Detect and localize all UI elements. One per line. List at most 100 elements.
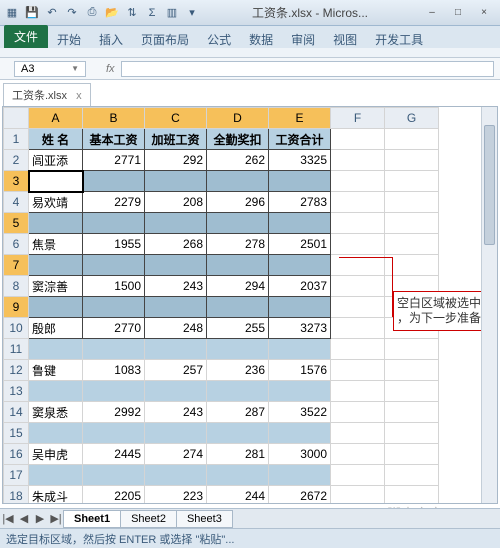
cell[interactable] xyxy=(331,171,385,192)
cell[interactable] xyxy=(331,360,385,381)
sheet-tab[interactable]: Sheet2 xyxy=(120,510,177,528)
cell[interactable] xyxy=(385,465,439,486)
cell[interactable]: 窦泉悉 xyxy=(29,402,83,423)
cell[interactable]: 208 xyxy=(145,192,207,213)
cell[interactable] xyxy=(207,213,269,234)
cell[interactable] xyxy=(331,339,385,360)
cell[interactable] xyxy=(385,129,439,150)
cell[interactable]: 268 xyxy=(145,234,207,255)
sort-icon[interactable]: ⇅ xyxy=(124,5,140,21)
cell[interactable]: 窦淙善 xyxy=(29,276,83,297)
scroll-thumb[interactable] xyxy=(484,125,495,245)
ribbon-tab[interactable]: 插入 xyxy=(90,30,132,50)
ribbon-tab[interactable]: 开发工具 xyxy=(366,30,432,50)
tab-nav-prev[interactable]: ◀ xyxy=(16,512,32,525)
cell[interactable] xyxy=(29,255,83,276)
cell[interactable] xyxy=(145,381,207,402)
cell[interactable]: 加班工资 xyxy=(145,129,207,150)
cell[interactable]: 吴申虎 xyxy=(29,444,83,465)
cell[interactable]: 248 xyxy=(145,318,207,339)
cell[interactable] xyxy=(83,213,145,234)
cell[interactable]: 朱成斗 xyxy=(29,486,83,505)
cell[interactable] xyxy=(83,255,145,276)
cell[interactable] xyxy=(29,213,83,234)
cell[interactable] xyxy=(331,465,385,486)
print-icon[interactable]: ⎙ xyxy=(84,5,100,21)
row-header[interactable]: 9 xyxy=(4,297,29,318)
chevron-down-icon[interactable]: ▼ xyxy=(71,64,79,73)
cell[interactable]: 3273 xyxy=(269,318,331,339)
cell[interactable]: 2279 xyxy=(83,192,145,213)
column-header[interactable]: B xyxy=(83,108,145,129)
name-box[interactable]: A3 ▼ xyxy=(14,61,86,77)
cell[interactable] xyxy=(385,171,439,192)
cell[interactable] xyxy=(385,213,439,234)
cell[interactable]: 292 xyxy=(145,150,207,171)
sum-icon[interactable]: Σ xyxy=(144,5,160,21)
cell[interactable] xyxy=(385,381,439,402)
cell[interactable]: 262 xyxy=(207,150,269,171)
sheet-tab[interactable]: Sheet3 xyxy=(176,510,233,528)
cell[interactable]: 焦景 xyxy=(29,234,83,255)
cell[interactable] xyxy=(269,465,331,486)
row-header[interactable]: 5 xyxy=(4,213,29,234)
cell[interactable] xyxy=(269,255,331,276)
cell[interactable] xyxy=(207,339,269,360)
cell[interactable]: 3000 xyxy=(269,444,331,465)
spreadsheet-grid[interactable]: ABCDEFG1姓 名基本工资加班工资全勤奖扣工资合计2闾亚添277129226… xyxy=(2,106,498,504)
cell[interactable] xyxy=(207,465,269,486)
cell[interactable]: 243 xyxy=(145,276,207,297)
cell[interactable]: 全勤奖扣 xyxy=(207,129,269,150)
cell[interactable] xyxy=(385,192,439,213)
cell[interactable]: 2205 xyxy=(83,486,145,505)
file-tab[interactable]: 文件 xyxy=(4,25,48,48)
dropdown-icon[interactable]: ▾ xyxy=(184,5,200,21)
sheet-tab[interactable]: Sheet1 xyxy=(63,510,121,528)
ribbon-tab[interactable]: 公式 xyxy=(198,30,240,50)
cell[interactable]: 2783 xyxy=(269,192,331,213)
cell[interactable]: 2992 xyxy=(83,402,145,423)
cell[interactable] xyxy=(29,339,83,360)
cell[interactable] xyxy=(29,381,83,402)
cell[interactable] xyxy=(145,423,207,444)
cell[interactable] xyxy=(385,444,439,465)
cell[interactable]: 3522 xyxy=(269,402,331,423)
redo-icon[interactable]: ↷ xyxy=(64,5,80,21)
cell[interactable]: 223 xyxy=(145,486,207,505)
cell[interactable]: 基本工资 xyxy=(83,129,145,150)
cell[interactable]: 易欢靖 xyxy=(29,192,83,213)
close-button[interactable]: × xyxy=(472,5,496,21)
row-header[interactable]: 15 xyxy=(4,423,29,444)
ribbon-tab[interactable]: 开始 xyxy=(48,30,90,50)
row-header[interactable]: 12 xyxy=(4,360,29,381)
cell[interactable] xyxy=(269,171,331,192)
cell[interactable] xyxy=(29,297,83,318)
cell[interactable] xyxy=(331,234,385,255)
cell[interactable]: 236 xyxy=(207,360,269,381)
cell[interactable]: 287 xyxy=(207,402,269,423)
tab-nav-last[interactable]: ▶| xyxy=(48,512,64,525)
cell[interactable] xyxy=(207,255,269,276)
cell[interactable]: 1955 xyxy=(83,234,145,255)
row-header[interactable]: 14 xyxy=(4,402,29,423)
column-header[interactable]: E xyxy=(269,108,331,129)
cell[interactable] xyxy=(83,465,145,486)
chart-icon[interactable]: ▥ xyxy=(164,5,180,21)
vertical-scrollbar[interactable] xyxy=(481,107,497,503)
row-header[interactable]: 8 xyxy=(4,276,29,297)
select-all-corner[interactable] xyxy=(4,108,29,129)
column-header[interactable]: F xyxy=(331,108,385,129)
cell[interactable]: 281 xyxy=(207,444,269,465)
cell[interactable]: 243 xyxy=(145,402,207,423)
cell[interactable]: 2771 xyxy=(83,150,145,171)
cell[interactable]: 工资合计 xyxy=(269,129,331,150)
row-header[interactable]: 13 xyxy=(4,381,29,402)
cell[interactable]: 294 xyxy=(207,276,269,297)
column-header[interactable]: C xyxy=(145,108,207,129)
column-header[interactable]: A xyxy=(29,108,83,129)
cell[interactable]: 296 xyxy=(207,192,269,213)
column-header[interactable]: D xyxy=(207,108,269,129)
open-icon[interactable]: 📂 xyxy=(104,5,120,21)
cell[interactable] xyxy=(331,192,385,213)
cell[interactable] xyxy=(145,255,207,276)
